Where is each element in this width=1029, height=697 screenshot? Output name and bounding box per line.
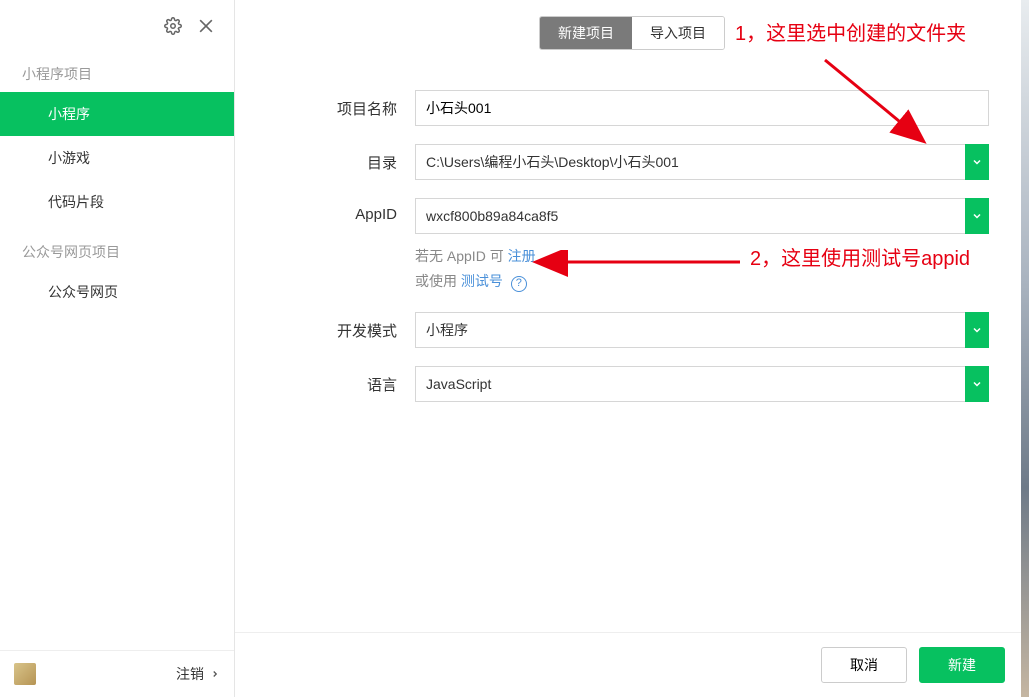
row-dev-mode: 开发模式 小程序 [275, 312, 989, 348]
gear-icon[interactable] [164, 17, 182, 35]
language-select[interactable]: JavaScript [415, 366, 965, 402]
chevron-down-icon [971, 210, 983, 222]
label-language: 语言 [275, 366, 415, 395]
appid-input[interactable]: wxcf800b89a84ca8f5 [415, 198, 965, 234]
sidebar-item-minigame[interactable]: 小游戏 [0, 136, 234, 180]
project-name-input[interactable] [415, 90, 989, 126]
chevron-right-icon [210, 669, 220, 679]
label-directory: 目录 [275, 144, 415, 173]
right-edge-strip [1021, 0, 1029, 697]
logout-label: 注销 [176, 664, 204, 684]
directory-input[interactable]: C:\Users\编程小石头\Desktop\小石头001 [415, 144, 965, 180]
main: 新建项目 导入项目 项目名称 目录 C:\Users\编程小石头\Desktop… [235, 0, 1029, 697]
sidebar-section-mp: 公众号网页项目 [0, 224, 234, 270]
tab-new-project[interactable]: 新建项目 [540, 17, 632, 49]
directory-browse-button[interactable] [965, 144, 989, 180]
dev-mode-dropdown-button[interactable] [965, 312, 989, 348]
help-icon[interactable]: ? [511, 276, 527, 292]
sidebar-section-miniprogram: 小程序项目 [0, 46, 234, 92]
row-directory: 目录 C:\Users\编程小石头\Desktop\小石头001 [275, 144, 989, 180]
close-icon[interactable] [196, 16, 216, 36]
avatar[interactable] [14, 663, 36, 685]
sidebar-item-snippet[interactable]: 代码片段 [0, 180, 234, 224]
register-link[interactable]: 注册 [508, 248, 536, 264]
cancel-button[interactable]: 取消 [821, 647, 907, 683]
appid-dropdown-button[interactable] [965, 198, 989, 234]
sidebar-item-mpweb[interactable]: 公众号网页 [0, 270, 234, 314]
label-project-name: 项目名称 [275, 90, 415, 119]
sidebar-top [0, 0, 234, 46]
label-appid: AppID [275, 198, 415, 223]
label-dev-mode: 开发模式 [275, 312, 415, 341]
sidebar-footer: 注销 [0, 650, 234, 697]
footer: 取消 新建 [235, 632, 1029, 697]
tab-group: 新建项目 导入项目 [539, 16, 725, 50]
chevron-down-icon [971, 324, 983, 336]
row-project-name: 项目名称 [275, 90, 989, 126]
row-appid: AppID wxcf800b89a84ca8f5 若无 AppID 可 注册 或… [275, 198, 989, 294]
appid-hint: 若无 AppID 可 注册 或使用 测试号 ? [415, 244, 989, 294]
tabs: 新建项目 导入项目 [235, 0, 1029, 50]
create-button[interactable]: 新建 [919, 647, 1005, 683]
hint-or-text: 或使用 [415, 273, 461, 289]
sidebar: 小程序项目 小程序 小游戏 代码片段 公众号网页项目 公众号网页 注销 [0, 0, 235, 697]
app-window: 小程序项目 小程序 小游戏 代码片段 公众号网页项目 公众号网页 注销 新建项目… [0, 0, 1029, 697]
chevron-down-icon [971, 156, 983, 168]
form: 项目名称 目录 C:\Users\编程小石头\Desktop\小石头001 [235, 50, 1029, 420]
test-account-link[interactable]: 测试号 [461, 273, 503, 289]
chevron-down-icon [971, 378, 983, 390]
language-dropdown-button[interactable] [965, 366, 989, 402]
logout-button[interactable]: 注销 [176, 664, 220, 684]
row-language: 语言 JavaScript [275, 366, 989, 402]
tab-import-project[interactable]: 导入项目 [632, 17, 724, 49]
dev-mode-select[interactable]: 小程序 [415, 312, 965, 348]
hint-text: 若无 AppID 可 [415, 248, 508, 264]
sidebar-item-miniprogram[interactable]: 小程序 [0, 92, 234, 136]
